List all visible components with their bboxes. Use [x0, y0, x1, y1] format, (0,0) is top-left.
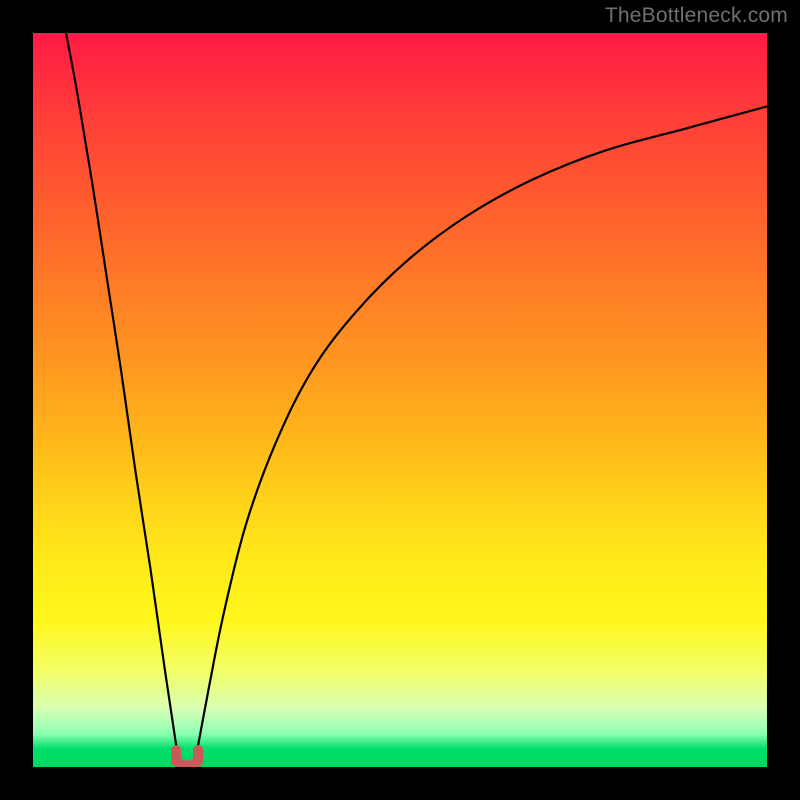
- watermark-text: TheBottleneck.com: [605, 4, 788, 28]
- chart-frame: TheBottleneck.com: [0, 0, 800, 800]
- curve-right-branch: [198, 106, 767, 745]
- chart-plot-area: [33, 33, 767, 767]
- minimum-marker: [176, 750, 198, 766]
- curve-left-branch: [66, 33, 176, 745]
- chart-svg: [33, 33, 767, 767]
